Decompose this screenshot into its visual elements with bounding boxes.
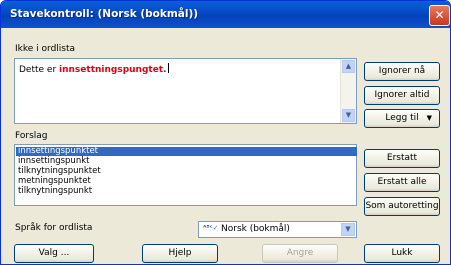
add-to-label: Legg til: [385, 113, 419, 123]
replace-all-button[interactable]: Erstatt alle: [364, 173, 440, 192]
suggestion-item[interactable]: innsettingspunkt: [16, 157, 357, 166]
dropdown-arrow-icon: ▼: [426, 114, 432, 122]
text-caret: [167, 63, 169, 73]
autocorrect-button[interactable]: Som autoretting: [364, 197, 440, 216]
suggestion-item[interactable]: tilknytningspunkt: [16, 187, 357, 196]
abc-icon: ᴬᴮᶜ✓: [203, 224, 219, 232]
suggestions-label: Forslag: [15, 131, 48, 141]
ignore-all-button[interactable]: Ignorer altid: [364, 86, 440, 105]
language-label: Språk for ordlista: [15, 223, 93, 233]
language-select[interactable]: ᴬᴮᶜ✓ Norsk (bokmål) ▼: [198, 221, 357, 238]
not-in-dictionary-label: Ikke i ordlista: [15, 44, 76, 54]
close-window-button[interactable]: ✕: [429, 5, 450, 26]
scroll-up-icon[interactable]: ▲: [342, 60, 355, 73]
add-to-button[interactable]: Legg til ▼: [364, 109, 440, 128]
title-bar[interactable]: Stavekontroll: (Norsk (bokmål)) ✕: [1, 1, 450, 28]
close-button[interactable]: Lukk: [364, 244, 440, 263]
ignore-once-button[interactable]: Ignorer nå: [364, 62, 440, 81]
suggestion-item[interactable]: metningspunktet: [16, 177, 357, 186]
chevron-down-icon[interactable]: ▼: [341, 223, 355, 236]
sentence-prefix: Dette er: [19, 65, 60, 75]
suggestions-list[interactable]: innsettingspunktet innsettingspunkt tilk…: [14, 144, 357, 206]
suggestion-item[interactable]: innsettingspunktet: [16, 147, 357, 156]
sentence-text: Dette er innsettningspungtet.: [19, 63, 169, 75]
misspelled-word: innsettningspungtet.: [59, 65, 167, 75]
help-button[interactable]: Hjelp: [142, 244, 218, 263]
scroll-down-icon[interactable]: ▼: [342, 109, 355, 122]
close-icon: ✕: [434, 8, 445, 22]
not-in-dictionary-textbox[interactable]: Dette er innsettningspungtet. ▲ ▼: [14, 58, 357, 124]
replace-button[interactable]: Erstatt: [364, 149, 440, 168]
window-title: Stavekontroll: (Norsk (bokmål)): [10, 8, 199, 20]
suggestion-item[interactable]: tilknytningspunktet: [16, 167, 357, 176]
language-value: Norsk (bokmål): [221, 224, 290, 234]
undo-button[interactable]: Angre: [262, 244, 338, 263]
spellcheck-dialog: Stavekontroll: (Norsk (bokmål)) ✕ Ikke i…: [0, 0, 451, 265]
options-button[interactable]: Valg ...: [14, 244, 94, 263]
textbox-scrollbar[interactable]: ▲ ▼: [340, 59, 356, 123]
